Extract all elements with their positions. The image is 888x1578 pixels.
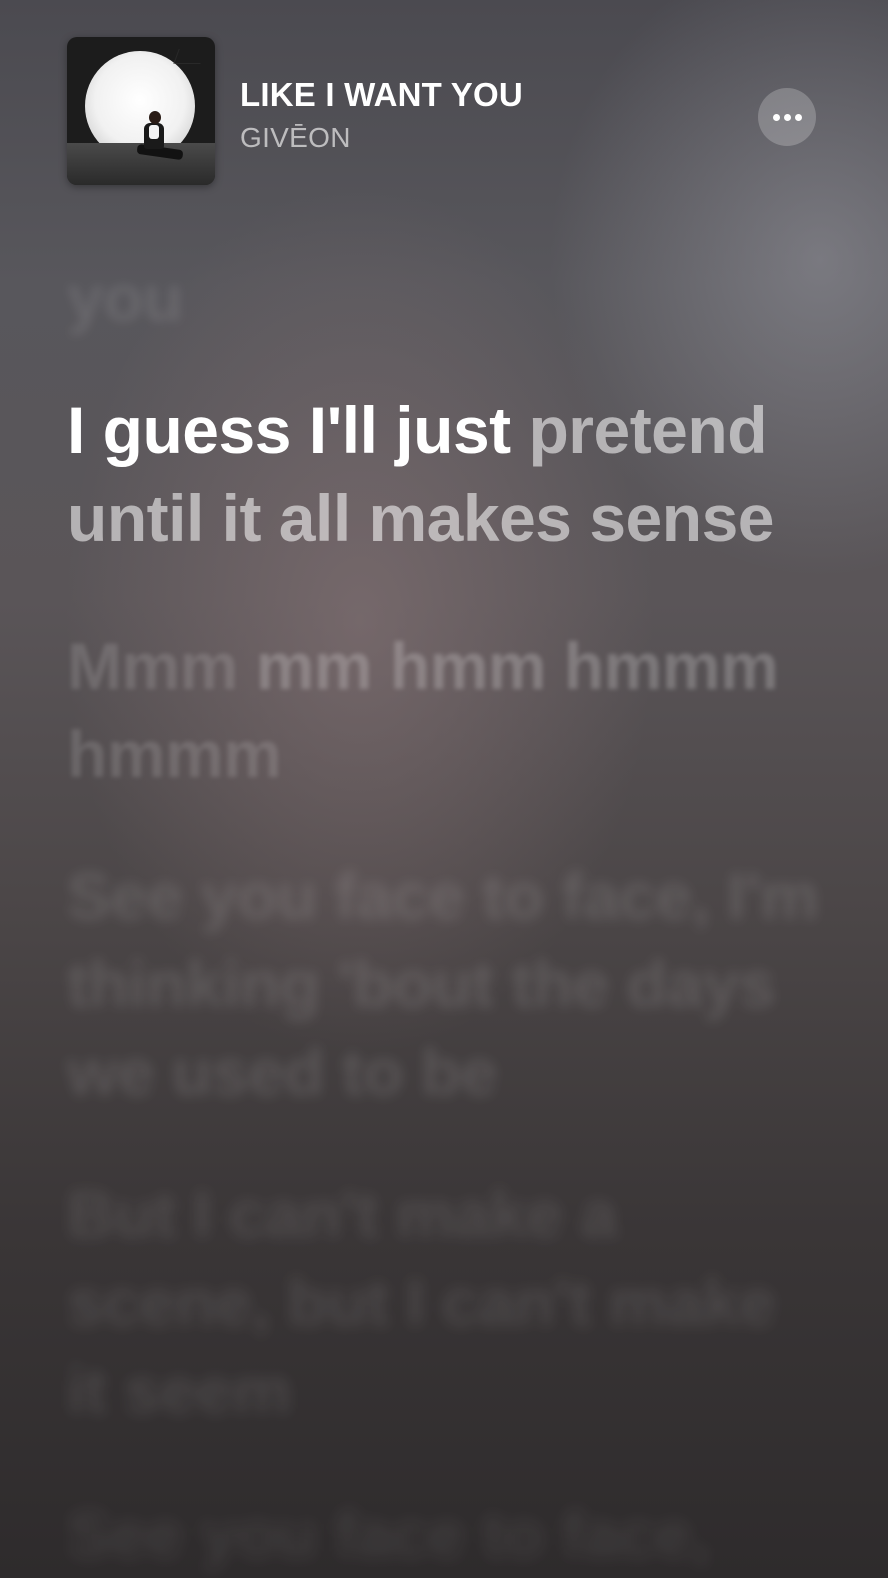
- lyric-line-next[interactable]: Mmm mm hmm hmmm hmmm: [67, 622, 827, 798]
- lyric-text: Mmm: [67, 629, 238, 703]
- lyric-line-current[interactable]: I guess I'll just pretend until it all m…: [67, 386, 827, 562]
- ellipsis-icon: [794, 113, 802, 121]
- figure-head-graphic: [149, 111, 161, 124]
- lyric-line-previous[interactable]: you: [67, 254, 827, 342]
- lyric-text: See you face to face,: [67, 1497, 710, 1571]
- artist-name[interactable]: GIVĒON: [240, 122, 351, 154]
- lyric-line-next[interactable]: See you face to face,: [67, 1490, 827, 1578]
- lyric-text: mm hmm hmmm: [255, 629, 779, 703]
- album-artwork[interactable]: [67, 37, 215, 185]
- lyric-line-next[interactable]: See you face to face, I'm thinking 'bout…: [67, 852, 827, 1116]
- ellipsis-icon: [772, 113, 780, 121]
- now-playing-header: LIKE I WANT YOU GIVĒON: [0, 0, 888, 220]
- ellipsis-icon: [783, 113, 791, 121]
- lyric-text: hmmm: [67, 717, 282, 791]
- signature-mark: [173, 49, 206, 64]
- song-title: LIKE I WANT YOU: [240, 76, 523, 113]
- more-options-button[interactable]: [758, 88, 816, 146]
- figure-shirt-graphic: [149, 125, 159, 139]
- lyric-text: But I can't make a scene, but I can't ma…: [67, 1177, 776, 1427]
- lyric-text: See you face to face, I'm thinking 'bout…: [67, 859, 819, 1109]
- lyric-line-next[interactable]: But I can't make a scene, but I can't ma…: [67, 1170, 827, 1434]
- lyric-text: you: [67, 261, 183, 335]
- lyric-sung-text: I guess I'll just: [67, 393, 511, 467]
